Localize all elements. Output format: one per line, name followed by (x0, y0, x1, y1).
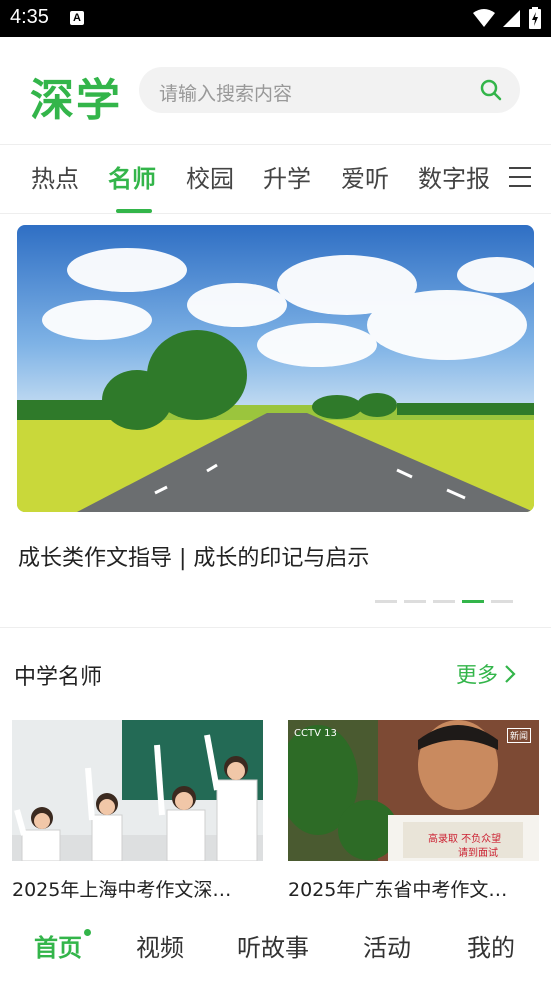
tab-admission[interactable]: 升学 (263, 159, 311, 194)
notification-dot (84, 929, 91, 936)
card-title: 2025年广东省中考作文… (288, 879, 508, 901)
more-link[interactable]: 更多 (456, 659, 516, 689)
carousel-dot-active (462, 600, 484, 603)
carousel-dot (404, 600, 426, 603)
wifi-icon (473, 9, 495, 27)
more-label: 更多 (456, 663, 498, 687)
banner-image[interactable] (17, 225, 534, 512)
bottom-navigation: 首页 视频 听故事 活动 我的 (0, 907, 551, 981)
nav-video[interactable]: 视频 (136, 928, 184, 963)
tab-listen[interactable]: 爱听 (341, 159, 389, 194)
status-bar: 4:35 A (0, 0, 551, 37)
letter-text-2: 请到面试 (458, 848, 498, 859)
section-divider (0, 627, 551, 628)
clock: 4:35 (10, 6, 49, 28)
road-landscape-image (17, 225, 534, 512)
carousel-indicator (375, 600, 513, 603)
active-tab-indicator (116, 209, 152, 213)
banner-caption[interactable]: 成长类作文指导 | 成长的印记与启示 (18, 540, 369, 572)
channel-logo: CCTV 13 (294, 728, 337, 739)
nav-home[interactable]: 首页 (34, 928, 82, 963)
search-bar[interactable]: 请输入搜索内容 (139, 67, 520, 113)
nav-stories[interactable]: 听故事 (237, 928, 309, 963)
section-title: 中学名师 (14, 665, 103, 690)
card-thumbnail (12, 720, 263, 861)
search-icon[interactable] (480, 79, 502, 101)
nav-activities[interactable]: 活动 (363, 928, 411, 963)
carousel-dot (433, 600, 455, 603)
card-thumbnail: CCTV 13 新闻 高录取 不负众望 请到面试 (288, 720, 539, 861)
tab-teachers[interactable]: 名师 (108, 159, 156, 194)
channel-stamp: 新闻 (506, 728, 531, 743)
article-card[interactable]: 2025年上海中考作文深… (12, 720, 263, 902)
category-tabs: 热点 名师 校园 升学 爱听 数字报 (0, 144, 551, 214)
app-logo[interactable]: 深学 (30, 64, 122, 128)
search-input[interactable]: 请输入搜索内容 (159, 79, 292, 106)
chevron-right-icon (505, 665, 516, 683)
tab-digital-paper[interactable]: 数字报 (418, 159, 490, 194)
notification-icon: A (70, 11, 84, 25)
nav-mine[interactable]: 我的 (467, 928, 515, 963)
app-header: 深学 请输入搜索内容 (0, 37, 551, 144)
status-icons (473, 7, 541, 29)
student-admission-letter-image (288, 720, 539, 861)
letter-text-1: 高录取 不负众望 (428, 834, 502, 845)
students-classroom-image (12, 720, 263, 861)
tab-campus[interactable]: 校园 (186, 159, 234, 194)
carousel-dot (491, 600, 513, 603)
tab-hot[interactable]: 热点 (31, 159, 79, 194)
signal-icon (503, 10, 520, 27)
battery-icon (529, 7, 541, 29)
article-card[interactable]: CCTV 13 新闻 高录取 不负众望 请到面试 2025年广东省中考作文… (288, 720, 539, 902)
menu-icon[interactable] (509, 167, 531, 189)
carousel-dot (375, 600, 397, 603)
card-title: 2025年上海中考作文深… (12, 879, 232, 901)
